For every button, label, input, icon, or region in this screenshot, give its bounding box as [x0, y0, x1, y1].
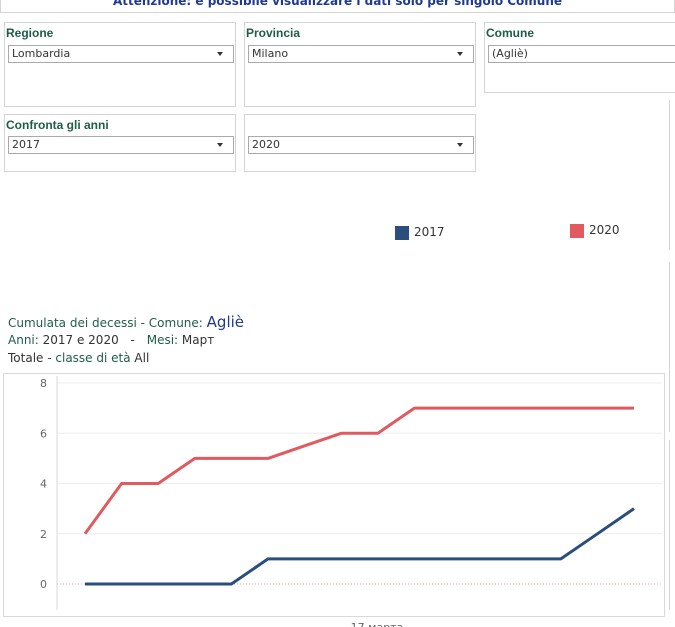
- x-tick-label: 17 марта: [351, 621, 404, 627]
- filter-comune-label: Comune: [486, 26, 534, 40]
- info-mesi-label: Mesi:: [146, 333, 179, 347]
- legend-swatch-2020: [570, 224, 584, 238]
- regione-value: Lombardia: [12, 47, 71, 60]
- comune-input[interactable]: (Agliè): [488, 45, 675, 63]
- legend-label-2020: 2020: [589, 223, 620, 237]
- info-cumulata: Cumulata dei decessi -: [8, 316, 145, 330]
- filter-regione-label: Regione: [6, 26, 54, 40]
- chevron-down-icon: [457, 52, 463, 56]
- comune-value: (Agliè): [492, 47, 528, 60]
- info-line-1: Cumulata dei decessi - Comune: Agliè: [8, 313, 244, 331]
- notice-banner: Attenzione: è possibile visualizzare i d…: [0, 0, 675, 13]
- side-divider: [669, 262, 670, 432]
- anno1-value: 2017: [12, 138, 40, 151]
- filter-anno2: 2020: [244, 114, 476, 172]
- provincia-value: Milano: [252, 47, 289, 60]
- info-comune-value: Agliè: [206, 313, 245, 331]
- filter-regione: Regione Lombardia: [4, 22, 236, 107]
- legend-label-2017: 2017: [414, 225, 445, 239]
- chevron-down-icon: [457, 143, 463, 147]
- info-anni-value: 2017 e 2020: [42, 333, 119, 347]
- side-divider: [669, 100, 670, 250]
- legend-swatch-2017: [395, 226, 409, 240]
- chart-frame: [3, 373, 665, 617]
- chevron-down-icon: [217, 52, 223, 56]
- side-divider: [669, 440, 670, 610]
- info-mesi-value: Март: [181, 333, 215, 347]
- anno2-dropdown[interactable]: 2020: [248, 136, 474, 154]
- provincia-dropdown[interactable]: Milano: [248, 45, 474, 63]
- anno1-dropdown[interactable]: 2017: [8, 136, 234, 154]
- info-line-3: Totale - classe di età All: [8, 351, 149, 365]
- regione-dropdown[interactable]: Lombardia: [8, 45, 234, 63]
- chevron-down-icon: [217, 143, 223, 147]
- info-comune-label: Comune:: [148, 316, 203, 330]
- filter-comune: Comune (Agliè): [484, 22, 675, 93]
- filter-confronta-anni: Confronta gli anni 2017: [4, 114, 236, 172]
- anno2-value: 2020: [252, 138, 280, 151]
- filter-provincia: Provincia Milano: [244, 22, 476, 107]
- filter-provincia-label: Provincia: [246, 26, 301, 40]
- info-classe-value: All: [134, 351, 150, 365]
- info-classe-label: - classe di età: [47, 351, 131, 365]
- info-separator: -: [130, 333, 135, 347]
- info-totale: Totale: [8, 351, 44, 365]
- info-anni-label: Anni:: [8, 333, 39, 347]
- filter-confronta-label: Confronta gli anni: [6, 118, 109, 132]
- info-line-2: Anni: 2017 e 2020 - Mesi: Март: [8, 333, 214, 347]
